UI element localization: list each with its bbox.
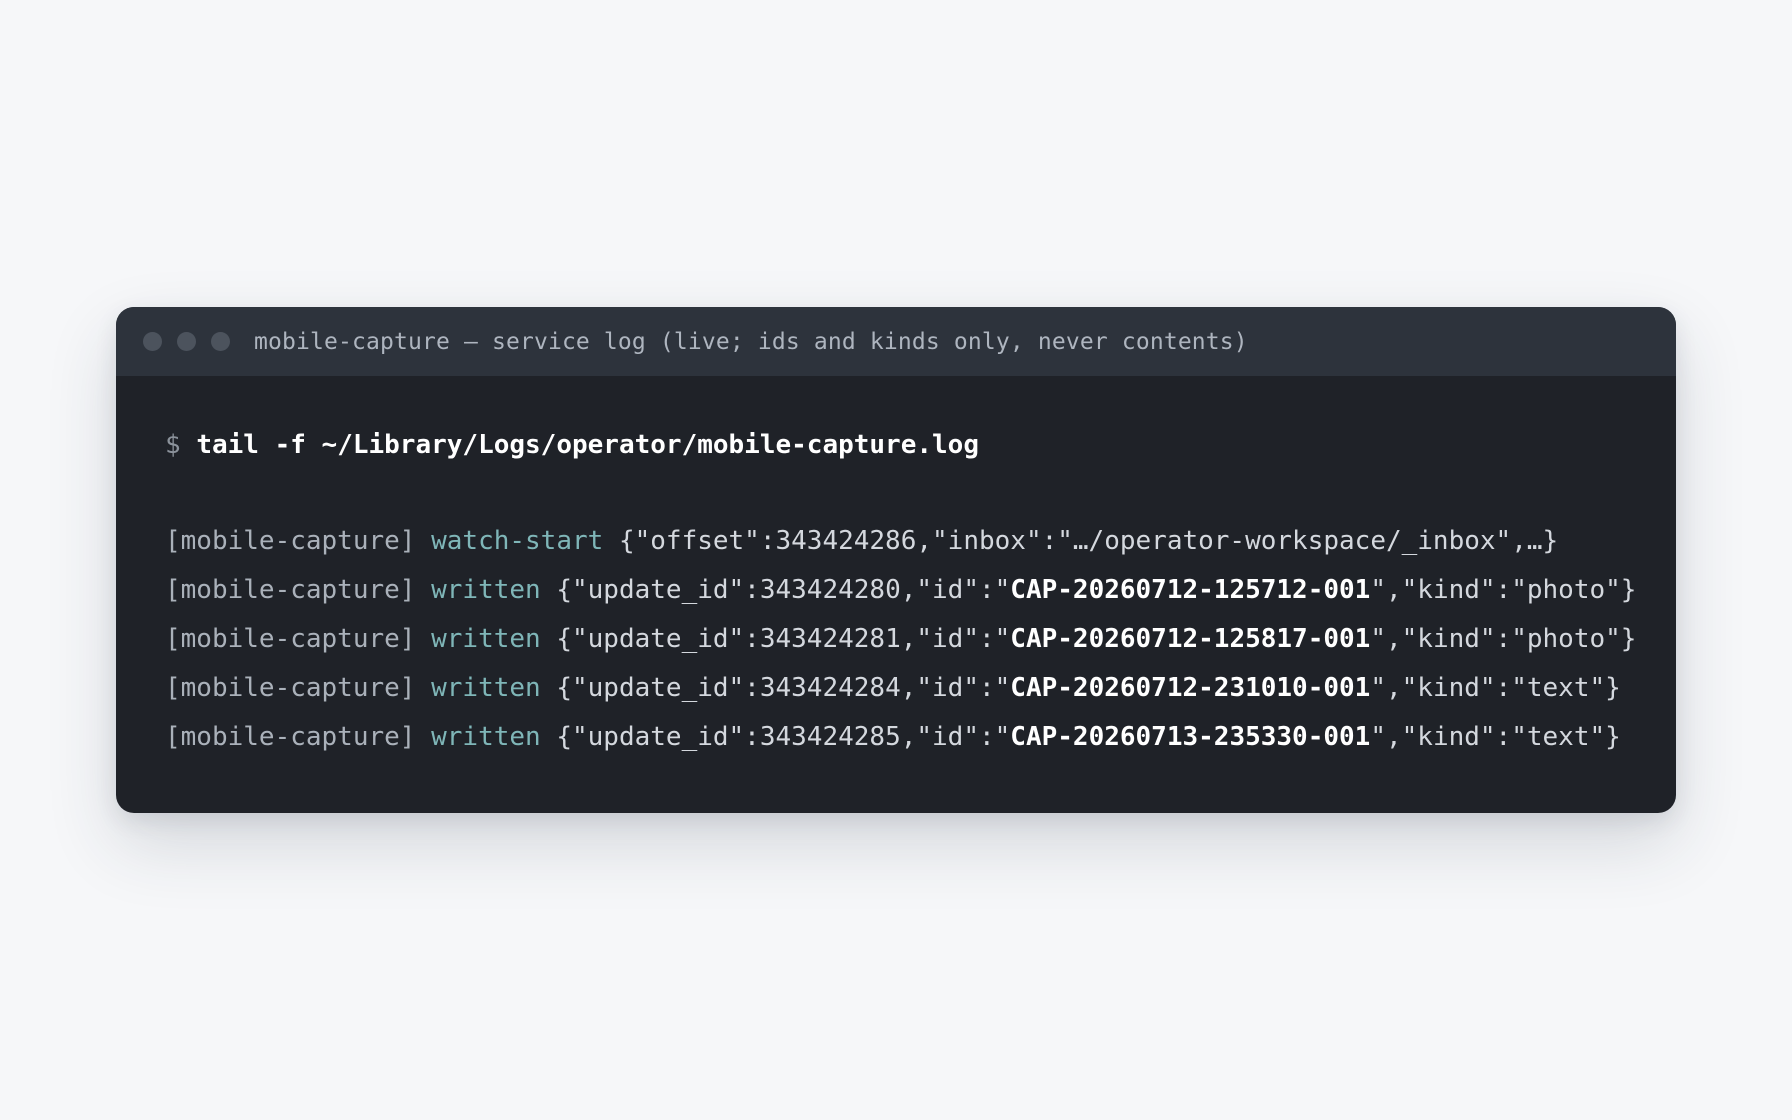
log-id: CAP-20260712-125817-001 xyxy=(1010,624,1371,654)
terminal-window: mobile-capture — service log (live; ids … xyxy=(116,307,1676,813)
log-id: CAP-20260712-125712-001 xyxy=(1010,575,1371,605)
command-line: $ tail -f ~/Library/Logs/operator/mobile… xyxy=(165,425,1676,465)
log-json-tail: ","kind":"photo"} xyxy=(1370,624,1637,654)
log-json: {"offset":343424286,"inbox":"…/operator-… xyxy=(618,526,1559,556)
log-id: CAP-20260712-231010-001 xyxy=(1010,673,1371,703)
log-tag: [mobile-capture] xyxy=(165,526,416,556)
log-output: [mobile-capture] watch-start {"offset":3… xyxy=(165,521,1676,766)
window-title: mobile-capture — service log (live; ids … xyxy=(254,328,1248,355)
page: { "window": { "title": "mobile-capture —… xyxy=(0,0,1792,1120)
log-event: written xyxy=(431,624,541,654)
log-json-tail: ","kind":"text"} xyxy=(1370,673,1621,703)
maximize-dot-icon[interactable] xyxy=(211,332,230,351)
shell-command: tail -f ~/Library/Logs/operator/mobile-c… xyxy=(196,430,979,460)
minimize-dot-icon[interactable] xyxy=(177,332,196,351)
log-line: [mobile-capture] written {"update_id":34… xyxy=(165,668,1676,717)
log-json-tail: ","kind":"photo"} xyxy=(1370,575,1637,605)
log-tag: [mobile-capture] xyxy=(165,722,416,752)
log-line: [mobile-capture] written {"update_id":34… xyxy=(165,619,1676,668)
log-event: written xyxy=(431,722,541,752)
log-json: {"update_id":343424280,"id":" xyxy=(556,575,1011,605)
log-json-tail: ","kind":"text"} xyxy=(1370,722,1621,752)
log-tag: [mobile-capture] xyxy=(165,624,416,654)
log-line: [mobile-capture] watch-start {"offset":3… xyxy=(165,521,1676,570)
log-json: {"update_id":343424285,"id":" xyxy=(556,722,1011,752)
log-line: [mobile-capture] written {"update_id":34… xyxy=(165,570,1676,619)
log-id: CAP-20260713-235330-001 xyxy=(1010,722,1371,752)
log-event: written xyxy=(431,575,541,605)
log-json: {"update_id":343424281,"id":" xyxy=(556,624,1011,654)
log-line: [mobile-capture] written {"update_id":34… xyxy=(165,717,1676,766)
log-event: watch-start xyxy=(431,526,604,556)
log-json: {"update_id":343424284,"id":" xyxy=(556,673,1011,703)
log-tag: [mobile-capture] xyxy=(165,673,416,703)
close-dot-icon[interactable] xyxy=(143,332,162,351)
log-tag: [mobile-capture] xyxy=(165,575,416,605)
shell-prompt: $ xyxy=(165,430,181,460)
title-bar: mobile-capture — service log (live; ids … xyxy=(116,307,1676,376)
terminal-body[interactable]: $ tail -f ~/Library/Logs/operator/mobile… xyxy=(116,376,1676,766)
log-event: written xyxy=(431,673,541,703)
